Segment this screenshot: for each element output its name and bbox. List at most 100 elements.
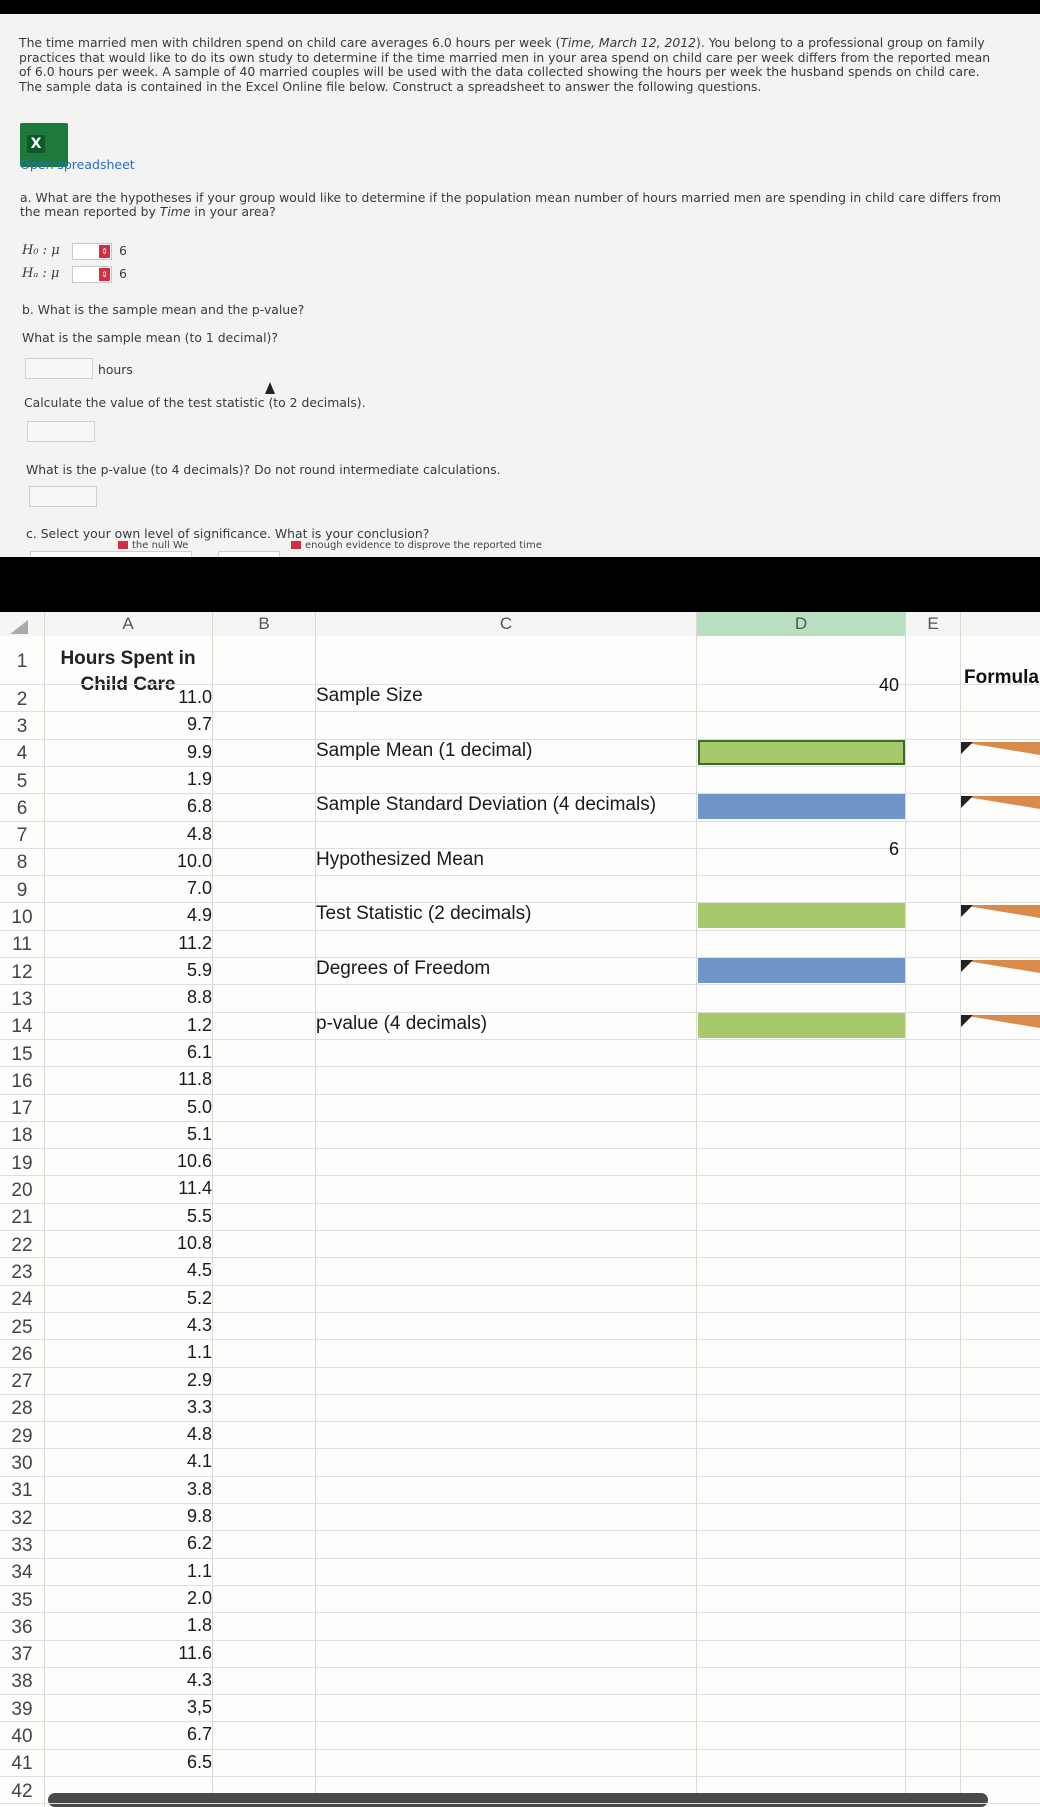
cell-a-hours[interactable]: 6.8 — [130, 796, 212, 817]
cell-a-hours[interactable]: 1.2 — [130, 1015, 212, 1036]
row-number[interactable]: 23 — [0, 1262, 44, 1284]
row-number[interactable]: 33 — [0, 1535, 44, 1557]
row-number[interactable]: 6 — [0, 798, 44, 820]
cell-a-hours[interactable]: 9.8 — [130, 1506, 212, 1527]
row-number[interactable]: 4 — [0, 743, 44, 765]
cell-d-input[interactable] — [698, 958, 905, 983]
cell-a-hours[interactable]: 6.1 — [130, 1042, 212, 1063]
cell-a-hours[interactable]: 6.5 — [130, 1752, 212, 1773]
cell-a-hours[interactable]: 4.3 — [130, 1670, 212, 1691]
horizontal-scrollbar[interactable] — [48, 1793, 988, 1807]
row-number[interactable]: 30 — [0, 1453, 44, 1475]
row-number[interactable]: 5 — [0, 771, 44, 793]
cell-a-hours[interactable]: 3,5 — [130, 1697, 212, 1718]
cell-d-value[interactable]: 6 — [697, 839, 899, 860]
row-number[interactable]: 34 — [0, 1562, 44, 1584]
row-number[interactable]: 3 — [0, 716, 44, 738]
row-number[interactable]: 37 — [0, 1644, 44, 1666]
row-number[interactable]: 17 — [0, 1098, 44, 1120]
conclusion-select-2[interactable] — [218, 551, 280, 557]
cell-a-hours[interactable]: 5.5 — [130, 1206, 212, 1227]
row-number[interactable]: 36 — [0, 1617, 44, 1639]
cell-a-hours[interactable]: 11.2 — [130, 933, 212, 954]
row-number[interactable]: 35 — [0, 1590, 44, 1612]
row-number[interactable]: 13 — [0, 989, 44, 1011]
row-number[interactable]: 15 — [0, 1044, 44, 1066]
cell-a-hours[interactable]: 5.9 — [130, 960, 212, 981]
cell-d-input[interactable] — [698, 903, 905, 929]
row-number[interactable]: 7 — [0, 825, 44, 847]
cell-a-hours[interactable]: 8.8 — [130, 987, 212, 1008]
cell-d-input[interactable] — [698, 1012, 905, 1038]
column-header-b[interactable]: B — [213, 612, 315, 636]
cell-a-hours[interactable]: 10.6 — [130, 1151, 212, 1172]
row-number[interactable]: 9 — [0, 880, 44, 902]
row-number[interactable]: 42 — [0, 1781, 44, 1803]
cell-a-hours[interactable]: 1.9 — [130, 769, 212, 790]
row-number[interactable]: 14 — [0, 1016, 44, 1038]
row-number[interactable]: 16 — [0, 1071, 44, 1093]
cell-d-input[interactable] — [698, 794, 905, 820]
cell-a-hours[interactable]: 4.8 — [130, 824, 212, 845]
row-number[interactable]: 24 — [0, 1289, 44, 1311]
row-number[interactable]: 40 — [0, 1726, 44, 1748]
test-statistic-input[interactable] — [27, 421, 95, 442]
cell-c-label[interactable]: Test Statistic (2 decimals) — [316, 903, 531, 925]
cell-a-hours[interactable]: 4.5 — [130, 1260, 212, 1281]
cell-c-label[interactable]: Sample Standard Deviation (4 decimals) — [316, 794, 656, 816]
cell-a-hours[interactable]: 7.0 — [130, 878, 212, 899]
row-number[interactable]: 1 — [0, 651, 44, 673]
cell-a-hours[interactable]: 3.8 — [130, 1479, 212, 1500]
cell-a-hours[interactable]: 4.8 — [130, 1424, 212, 1445]
row-number[interactable]: 10 — [0, 907, 44, 929]
cell-a-hours[interactable]: 2.0 — [130, 1588, 212, 1609]
row-number[interactable]: 12 — [0, 962, 44, 984]
cell-a-hours[interactable]: 5.0 — [130, 1097, 212, 1118]
row-number[interactable]: 22 — [0, 1235, 44, 1257]
cell-a-hours[interactable]: 2.9 — [130, 1370, 212, 1391]
cell-a-hours[interactable]: 1.8 — [130, 1615, 212, 1636]
cell-c-label[interactable]: p-value (4 decimals) — [316, 1013, 487, 1035]
cell-a-hours[interactable]: 10.8 — [130, 1233, 212, 1254]
p-value-input[interactable] — [29, 486, 97, 507]
cell-a-hours[interactable]: 1.1 — [130, 1561, 212, 1582]
h0-operator-select[interactable]: ⇕ — [72, 243, 112, 260]
row-number[interactable]: 29 — [0, 1426, 44, 1448]
row-number[interactable]: 21 — [0, 1207, 44, 1229]
cell-a-hours[interactable]: 11.8 — [130, 1069, 212, 1090]
row-number[interactable]: 41 — [0, 1753, 44, 1775]
cell-c-label[interactable]: Sample Size — [316, 685, 423, 707]
cell-a-hours[interactable]: 4.1 — [130, 1451, 212, 1472]
cell-c-label[interactable]: Sample Mean (1 decimal) — [316, 740, 532, 762]
cell-a-hours[interactable]: 4.9 — [130, 905, 212, 926]
sample-mean-input[interactable] — [25, 358, 93, 379]
cell-a-hours[interactable]: 9.9 — [130, 742, 212, 763]
column-header-e[interactable]: E — [906, 612, 960, 636]
row-number[interactable]: 20 — [0, 1180, 44, 1202]
row-number[interactable]: 11 — [0, 934, 44, 956]
row-number[interactable]: 8 — [0, 852, 44, 874]
cell-e1-formula-header[interactable]: Formula — [964, 667, 1039, 689]
cell-a-hours[interactable]: 5.1 — [130, 1124, 212, 1145]
row-number[interactable]: 27 — [0, 1371, 44, 1393]
row-number[interactable]: 31 — [0, 1480, 44, 1502]
row-number[interactable]: 2 — [0, 689, 44, 711]
cell-a-hours[interactable]: 9.7 — [130, 714, 212, 735]
row-number[interactable]: 18 — [0, 1125, 44, 1147]
cell-a-hours[interactable]: 6.7 — [130, 1724, 212, 1745]
cell-a-hours[interactable]: 11.4 — [130, 1178, 212, 1199]
row-number[interactable]: 26 — [0, 1344, 44, 1366]
open-spreadsheet-link[interactable]: Open spreadsheet — [20, 157, 135, 172]
cell-a-hours[interactable]: 4.3 — [130, 1315, 212, 1336]
row-number[interactable]: 19 — [0, 1153, 44, 1175]
select-all-corner-icon[interactable] — [10, 620, 28, 634]
conclusion-select-1[interactable] — [30, 551, 192, 557]
column-header-a[interactable]: A — [44, 612, 212, 636]
cell-c-label[interactable]: Degrees of Freedom — [316, 958, 490, 980]
row-number[interactable]: 38 — [0, 1671, 44, 1693]
cell-a-hours[interactable]: 11.0 — [130, 687, 212, 708]
cell-d-value[interactable]: 40 — [697, 675, 899, 696]
row-number[interactable]: 28 — [0, 1398, 44, 1420]
cell-c-label[interactable]: Hypothesized Mean — [316, 849, 484, 871]
row-number[interactable]: 32 — [0, 1508, 44, 1530]
